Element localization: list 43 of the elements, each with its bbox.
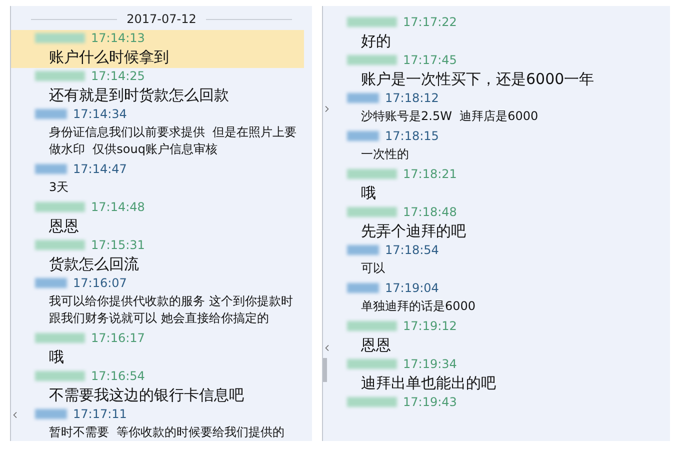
message-time: 17:18:48 [403,204,457,220]
message-time: 17:14:47 [73,161,127,177]
message-text: 货款怎么回流 [48,254,140,275]
message-text: 好的 [360,31,392,52]
message-text: 3天 [48,179,70,196]
message-text: 不需要我这边的银行卡信息吧 [48,385,245,406]
message-text: 暂时不需要 等你收款的时候要给我们提供的 [48,424,286,441]
message-time: 17:18:15 [385,128,439,144]
date-separator: 2017-07-12 [126,12,196,26]
message-text: 先弄个迪拜的吧 [360,221,467,242]
message-text: 账户是一次性买下，还是6000一年 [360,69,596,90]
message-text: 恩恩 [48,216,80,237]
message-time: 17:17:22 [403,14,457,30]
message-time: 17:14:34 [73,106,127,122]
message-time: 17:18:21 [403,166,457,182]
message-text: 单独迪拜的话是6000 [360,298,477,315]
message-time: 17:14:48 [91,199,145,215]
message-time: 17:19:34 [403,356,457,372]
message-time: 17:16:54 [91,368,145,384]
message-time: 17:18:54 [385,242,439,258]
message-time: 17:14:13 [91,30,145,46]
message-text: 恩恩 [360,335,392,356]
message-text: 迪拜出单也能出的吧 [360,373,497,394]
message-time: 17:16:07 [73,275,127,291]
message-text: 我可以给你提供代收款的服务 这个到你提款时跟我们财务说就可以 她会直接给你搞定的 [48,293,294,327]
message-time: 17:15:31 [91,237,145,253]
message-text: 哦 [48,347,65,368]
message-text: 身份证信息我们以前要求提供 但是在照片上要做水印 仅供souq账户信息审核 [48,124,298,158]
message-time: 17:18:12 [385,90,439,106]
message-text: 沙特账号是2.5W 迪拜店是6000 [360,108,540,125]
message-text: 哦 [360,183,377,204]
message-time: 17:17:11 [73,406,127,422]
message-time: 17:19:04 [385,280,439,296]
message-text: 可以 [360,260,386,277]
message-time: 17:17:45 [403,52,457,68]
message-text: 还有就是到时货款怎么回款 [48,85,230,106]
scroll-thumb[interactable] [323,358,327,382]
message-time: 17:19:12 [403,318,457,334]
message-text: 账户什么时候拿到 [48,47,170,68]
message-text: 一次性的 [360,146,410,163]
message-time: 17:16:17 [91,330,145,346]
message-time: 17:19:43 [403,394,457,410]
message-time: 17:14:25 [91,68,145,84]
